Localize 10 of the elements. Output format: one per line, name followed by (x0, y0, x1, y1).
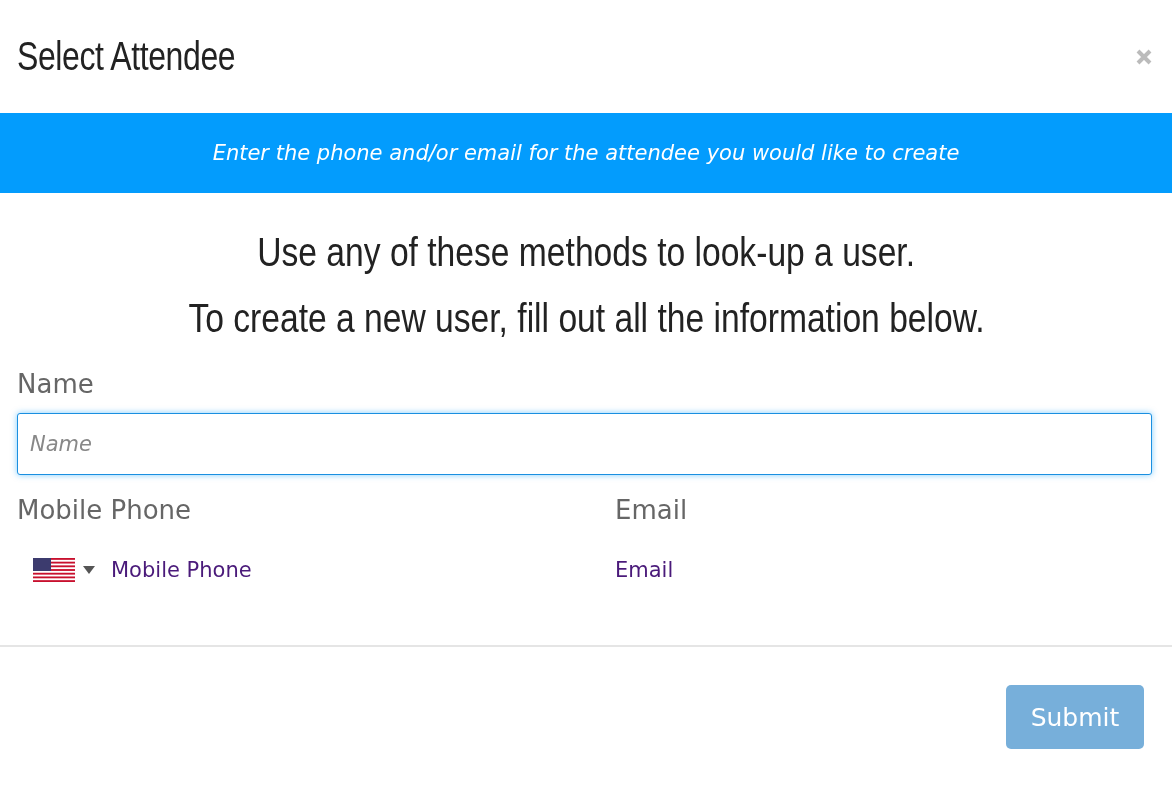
field-label: Email (615, 495, 688, 525)
instruction-text: To create a new user, fill out all the information below. (187, 295, 985, 341)
instruction-text: Use any of these methods to look-up a user. (257, 229, 915, 275)
info-banner: Enter the phone and/or email for the attendee you would like to create (0, 113, 1172, 193)
name-input[interactable]: Name (17, 413, 1152, 475)
flag-icon (33, 558, 75, 582)
field-label: Mobile Phone (17, 495, 192, 525)
field-label: Name (17, 369, 94, 399)
dialog-title: Select Attendee (17, 34, 236, 79)
caret-icon (83, 566, 95, 574)
